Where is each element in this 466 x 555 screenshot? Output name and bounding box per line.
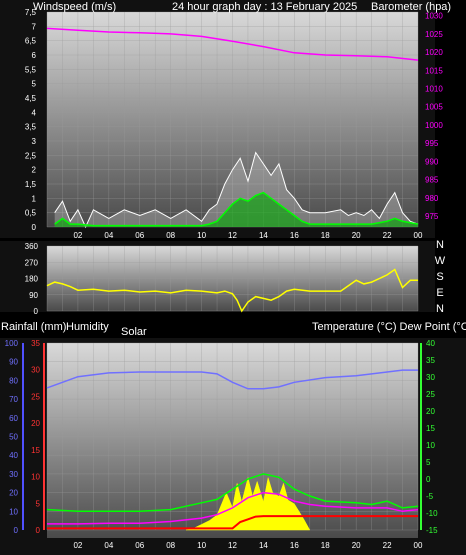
x-tick-label: 14 xyxy=(259,231,268,240)
temperature-tick-label: 0 xyxy=(426,475,431,484)
humidity-tick-label: 70 xyxy=(9,395,18,404)
compass-label: W xyxy=(435,255,446,267)
temperature-tick-label: 15 xyxy=(426,424,435,433)
direction-tick-label: 0 xyxy=(34,307,39,316)
humidity-tick-label: 10 xyxy=(9,507,18,516)
rainfall-tick-label: 25 xyxy=(31,392,40,401)
barometer-tick-label: 975 xyxy=(425,212,439,221)
temperature-tick-label: 25 xyxy=(426,390,435,399)
windspeed-tick-label: 4,5 xyxy=(25,94,37,103)
x-tick-label: 22 xyxy=(383,231,392,240)
graph-title: 24 hour graph day : 13 February 2025 xyxy=(172,1,357,13)
x-tick-label: 18 xyxy=(321,541,330,550)
humidity-tick-label: 80 xyxy=(9,376,18,385)
x-tick-label: 18 xyxy=(321,231,330,240)
windspeed-tick-label: 4 xyxy=(32,108,37,117)
barometer-axis-title: Barometer (hpa) xyxy=(371,1,451,13)
x-tick-label: 06 xyxy=(135,541,144,550)
temperature-tick-label: 40 xyxy=(426,339,435,348)
barometer-tick-label: 1015 xyxy=(425,66,443,75)
x-tick-label: 08 xyxy=(166,231,175,240)
compass-label: N xyxy=(436,239,444,251)
solar-title: Solar xyxy=(121,326,147,338)
barometer-tick-label: 990 xyxy=(425,157,439,166)
windspeed-tick-label: 1,5 xyxy=(25,180,37,189)
x-tick-label: 00 xyxy=(414,231,423,240)
temperature-tick-label: 10 xyxy=(426,441,435,450)
compass-label: S xyxy=(436,271,443,283)
x-tick-label: 16 xyxy=(290,231,299,240)
temperature-tick-label: 20 xyxy=(426,407,435,416)
rainfall-tick-label: 35 xyxy=(31,339,40,348)
humidity-tick-label: 100 xyxy=(5,339,19,348)
barometer-tick-label: 1005 xyxy=(425,103,443,112)
x-tick-label: 12 xyxy=(228,541,237,550)
barometer-tick-label: 1000 xyxy=(425,121,443,130)
windspeed-tick-label: 6 xyxy=(32,51,37,60)
windspeed-tick-label: 1 xyxy=(32,194,37,203)
x-tick-label: 14 xyxy=(259,541,268,550)
x-tick-label: 10 xyxy=(197,231,206,240)
temperature-tick-label: -5 xyxy=(426,492,434,501)
rainfall-tick-label: 5 xyxy=(36,499,41,508)
rainfall-tick-label: 20 xyxy=(31,419,40,428)
humidity-axis-title: Humidity xyxy=(66,321,109,333)
humidity-tick-label: 0 xyxy=(14,526,19,535)
compass-label: E xyxy=(436,287,443,299)
x-tick-label: 02 xyxy=(73,541,82,550)
x-tick-label: 08 xyxy=(166,541,175,550)
rainfall-tick-label: 0 xyxy=(36,526,41,535)
humidity-tick-label: 50 xyxy=(9,433,18,442)
x-tick-label: 20 xyxy=(352,231,361,240)
weather-graph: 00,511,522,533,544,555,566,577,597598098… xyxy=(0,0,466,555)
x-tick-label: 04 xyxy=(104,541,113,550)
barometer-tick-label: 1020 xyxy=(425,48,443,57)
barometer-tick-label: 985 xyxy=(425,176,439,185)
temperature-tick-label: 35 xyxy=(426,356,435,365)
humidity-tick-label: 60 xyxy=(9,414,18,423)
windspeed-tick-label: 3,5 xyxy=(25,123,37,132)
x-tick-label: 00 xyxy=(414,541,423,550)
temperature-tick-label: 5 xyxy=(426,458,431,467)
temperature-tick-label: -10 xyxy=(426,509,438,518)
windspeed-tick-label: 5 xyxy=(32,80,37,89)
windspeed-tick-label: 6,5 xyxy=(25,37,37,46)
temperature-dewpoint-axis-title: Temperature (°C) Dew Point (°C) xyxy=(312,321,466,333)
barometer-tick-label: 1025 xyxy=(425,30,443,39)
x-tick-label: 10 xyxy=(197,541,206,550)
rainfall-tick-label: 10 xyxy=(31,473,40,482)
humidity-tick-label: 90 xyxy=(9,358,18,367)
x-tick-label: 04 xyxy=(104,231,113,240)
windspeed-tick-label: 2,5 xyxy=(25,151,37,160)
x-tick-label: 22 xyxy=(383,541,392,550)
x-tick-label: 02 xyxy=(73,231,82,240)
temperature-tick-label: 30 xyxy=(426,373,435,382)
windspeed-tick-label: 0 xyxy=(32,223,37,232)
barometer-tick-label: 980 xyxy=(425,194,439,203)
humidity-tick-label: 20 xyxy=(9,489,18,498)
humidity-tick-label: 40 xyxy=(9,451,18,460)
barometer-tick-label: 1010 xyxy=(425,85,443,94)
windspeed-tick-label: 0,5 xyxy=(25,209,37,218)
direction-tick-label: 270 xyxy=(25,258,39,267)
x-tick-label: 06 xyxy=(135,231,144,240)
windspeed-tick-label: 5,5 xyxy=(25,65,37,74)
compass-label: N xyxy=(436,303,444,315)
humidity-tick-label: 30 xyxy=(9,470,18,479)
x-tick-label: 16 xyxy=(290,541,299,550)
direction-tick-label: 180 xyxy=(25,275,39,284)
barometer-tick-label: 995 xyxy=(425,139,439,148)
windspeed-axis-title: Windspeed (m/s) xyxy=(33,1,116,13)
direction-tick-label: 90 xyxy=(29,291,38,300)
rainfall-axis-title: Rainfall (mm) xyxy=(1,321,66,333)
x-tick-label: 12 xyxy=(228,231,237,240)
temperature-tick-label: -15 xyxy=(426,526,438,535)
windspeed-tick-label: 3 xyxy=(32,137,37,146)
windspeed-tick-label: 2 xyxy=(32,166,37,175)
rainfall-tick-label: 15 xyxy=(31,446,40,455)
rainfall-tick-label: 30 xyxy=(31,366,40,375)
direction-tick-label: 360 xyxy=(25,242,39,251)
windspeed-tick-label: 7 xyxy=(32,22,37,31)
x-tick-label: 20 xyxy=(352,541,361,550)
